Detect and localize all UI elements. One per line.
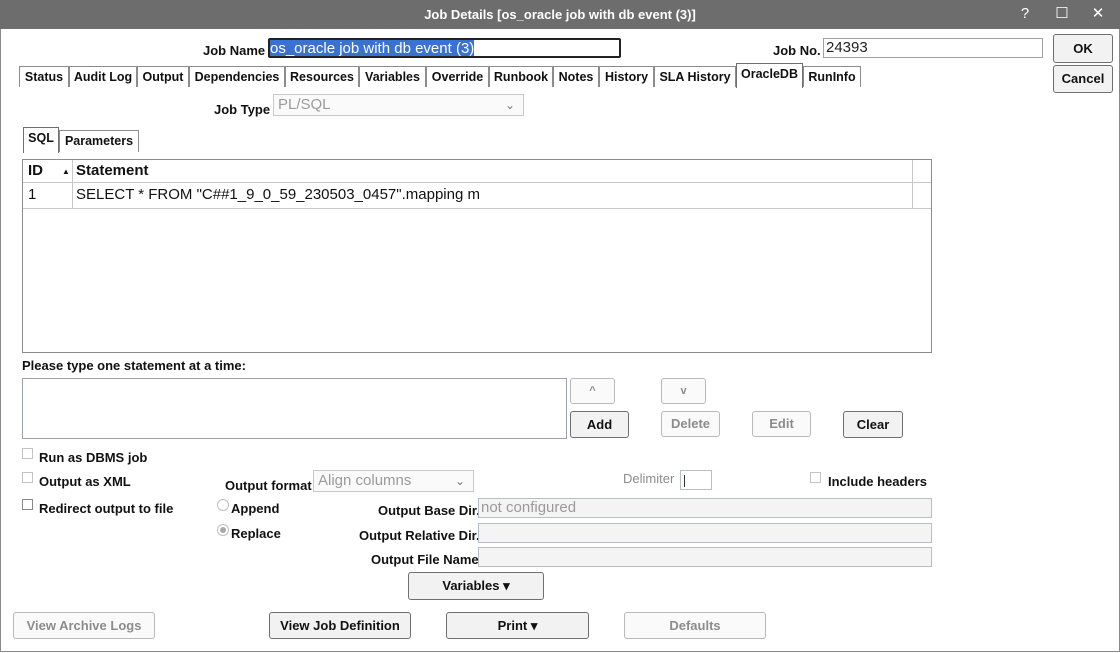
tab-sla-history[interactable]: SLA History xyxy=(654,66,736,87)
output-xml-checkbox[interactable] xyxy=(22,472,33,483)
job-no-field[interactable]: 24393 xyxy=(823,38,1043,58)
output-format-label: Output format xyxy=(225,478,312,493)
tab-audit-log[interactable]: Audit Log xyxy=(69,66,137,87)
variables-button[interactable]: Variables ▾ xyxy=(408,572,544,600)
delimiter-label: Delimiter xyxy=(623,471,675,486)
row-id: 1 xyxy=(28,186,37,203)
replace-label: Replace xyxy=(231,526,281,541)
view-archive-logs-button[interactable]: View Archive Logs xyxy=(13,612,155,639)
chevron-down-icon: ⌄ xyxy=(454,474,465,488)
help-icon[interactable]: ? xyxy=(1014,4,1036,24)
subtab-sql[interactable]: SQL xyxy=(23,127,59,153)
base-dir-field[interactable]: not configured xyxy=(478,498,932,518)
job-no-label: Job No. xyxy=(773,43,821,58)
rel-dir-input[interactable] xyxy=(478,523,932,543)
delete-button[interactable]: Delete xyxy=(661,411,720,437)
table-row[interactable]: 1 SELECT * FROM "C##1_9_0_59_230503_0457… xyxy=(23,183,931,209)
delimiter-input[interactable] xyxy=(680,470,712,490)
redirect-checkbox[interactable] xyxy=(22,499,33,510)
defaults-button[interactable]: Defaults xyxy=(624,612,766,639)
window-title: Job Details [os_oracle job with db event… xyxy=(424,7,696,22)
tab-dependencies[interactable]: Dependencies xyxy=(189,66,285,87)
col-id-header[interactable]: ID xyxy=(28,162,43,179)
tab-status[interactable]: Status xyxy=(19,66,69,87)
job-name-selection: os_oracle job with db event (3) xyxy=(270,40,475,57)
chevron-down-icon: ⌄ xyxy=(504,98,515,112)
output-format-select[interactable]: Align columns ⌄ xyxy=(313,470,474,492)
tab-variables[interactable]: Variables xyxy=(359,66,426,87)
print-button[interactable]: Print ▾ xyxy=(446,612,589,639)
tab-output[interactable]: Output xyxy=(137,66,189,87)
job-type-select[interactable]: PL/SQL ⌄ xyxy=(273,94,524,116)
tab-oracledb[interactable]: OracleDB xyxy=(736,63,803,88)
close-icon[interactable]: ✕ xyxy=(1087,4,1109,24)
replace-radio[interactable] xyxy=(217,524,229,536)
text-cursor xyxy=(684,475,685,487)
row-statement: SELECT * FROM "C##1_9_0_59_230503_0457".… xyxy=(76,186,480,203)
sort-asc-icon: ▲ xyxy=(62,167,70,176)
redirect-label: Redirect output to file xyxy=(39,501,174,516)
output-xml-label: Output as XML xyxy=(39,474,131,489)
statements-table: ID ▲ Statement 1 SELECT * FROM "C##1_9_0… xyxy=(22,159,932,353)
job-name-input[interactable]: os_oracle job with db event (3) xyxy=(268,38,621,58)
statement-textarea[interactable] xyxy=(22,378,567,439)
job-type-label: Job Type xyxy=(214,102,271,117)
job-name-label: Job Name xyxy=(203,43,266,58)
base-dir-label: Output Base Dir. xyxy=(378,503,480,518)
file-name-label: Output File Name xyxy=(371,552,479,567)
include-headers-label: Include headers xyxy=(828,474,927,489)
tab-resources[interactable]: Resources xyxy=(285,66,359,87)
tab-history[interactable]: History xyxy=(599,66,654,87)
edit-button[interactable]: Edit xyxy=(752,411,811,437)
tab-override[interactable]: Override xyxy=(426,66,489,87)
job-type-value: PL/SQL xyxy=(278,96,331,113)
output-format-value: Align columns xyxy=(318,472,412,489)
subtab-parameters[interactable]: Parameters xyxy=(59,130,139,152)
tab-notes[interactable]: Notes xyxy=(553,66,599,87)
cancel-button[interactable]: Cancel xyxy=(1053,65,1113,93)
file-name-input[interactable] xyxy=(478,547,932,567)
move-up-button[interactable]: ^ xyxy=(570,378,615,404)
append-radio[interactable] xyxy=(217,499,229,511)
title-bar: Job Details [os_oracle job with db event… xyxy=(0,0,1120,29)
statement-prompt: Please type one statement at a time: xyxy=(22,358,246,373)
ok-button[interactable]: OK xyxy=(1053,34,1113,63)
rel-dir-label: Output Relative Dir. xyxy=(359,528,480,543)
clear-button[interactable]: Clear xyxy=(843,411,903,438)
col-statement-header[interactable]: Statement xyxy=(76,162,149,179)
run-dbms-checkbox[interactable] xyxy=(22,448,33,459)
include-headers-checkbox[interactable] xyxy=(810,472,821,483)
view-job-definition-button[interactable]: View Job Definition xyxy=(269,612,411,639)
maximize-icon[interactable]: ☐ xyxy=(1051,4,1073,24)
tab-runinfo[interactable]: RunInfo xyxy=(803,66,861,87)
append-label: Append xyxy=(231,501,280,516)
tab-runbook[interactable]: Runbook xyxy=(489,66,553,87)
move-down-button[interactable]: v xyxy=(661,378,706,404)
run-dbms-label: Run as DBMS job xyxy=(39,450,148,465)
table-header: ID ▲ Statement xyxy=(23,160,931,208)
add-button[interactable]: Add xyxy=(570,411,629,438)
